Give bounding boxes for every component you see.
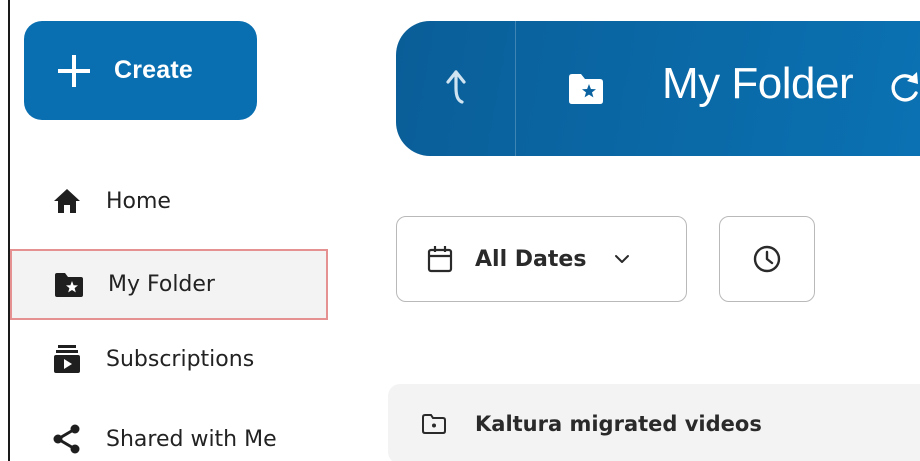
sidebar-item-label: My Folder	[108, 272, 215, 297]
calendar-icon	[427, 246, 453, 273]
sidebar-item-label: Home	[106, 188, 171, 214]
up-arrow-icon[interactable]	[436, 66, 476, 110]
sidebar-item-home[interactable]: Home	[10, 170, 328, 232]
list-item[interactable]: Kaltura migrated videos	[388, 384, 920, 461]
page-title: My Folder	[662, 59, 854, 108]
chevron-down-icon	[615, 255, 630, 263]
folder-header: My Folder	[396, 21, 920, 156]
folder-icon	[422, 414, 446, 434]
star-folder-icon	[54, 270, 84, 300]
star-folder-icon	[569, 74, 603, 104]
home-icon	[52, 186, 82, 216]
clock-icon	[753, 245, 781, 273]
create-button[interactable]: Create	[24, 21, 257, 120]
sidebar-item-label: Shared with Me	[106, 426, 277, 452]
create-button-label: Create	[114, 56, 194, 84]
sidebar-item-subscriptions[interactable]: Subscriptions	[10, 328, 328, 390]
subscriptions-icon	[52, 344, 82, 374]
folder-name: Kaltura migrated videos	[475, 412, 762, 436]
plus-icon	[58, 54, 90, 87]
date-filter-label: All Dates	[475, 246, 587, 272]
recent-button[interactable]	[719, 216, 815, 302]
share-icon	[52, 424, 82, 454]
refresh-icon[interactable]	[886, 69, 920, 107]
header-divider	[515, 21, 516, 156]
sidebar-item-shared-with-me[interactable]: Shared with Me	[10, 408, 328, 461]
sidebar-item-my-folder[interactable]: My Folder	[10, 249, 328, 320]
date-filter-dropdown[interactable]: All Dates	[396, 216, 687, 302]
sidebar-item-label: Subscriptions	[106, 346, 255, 372]
